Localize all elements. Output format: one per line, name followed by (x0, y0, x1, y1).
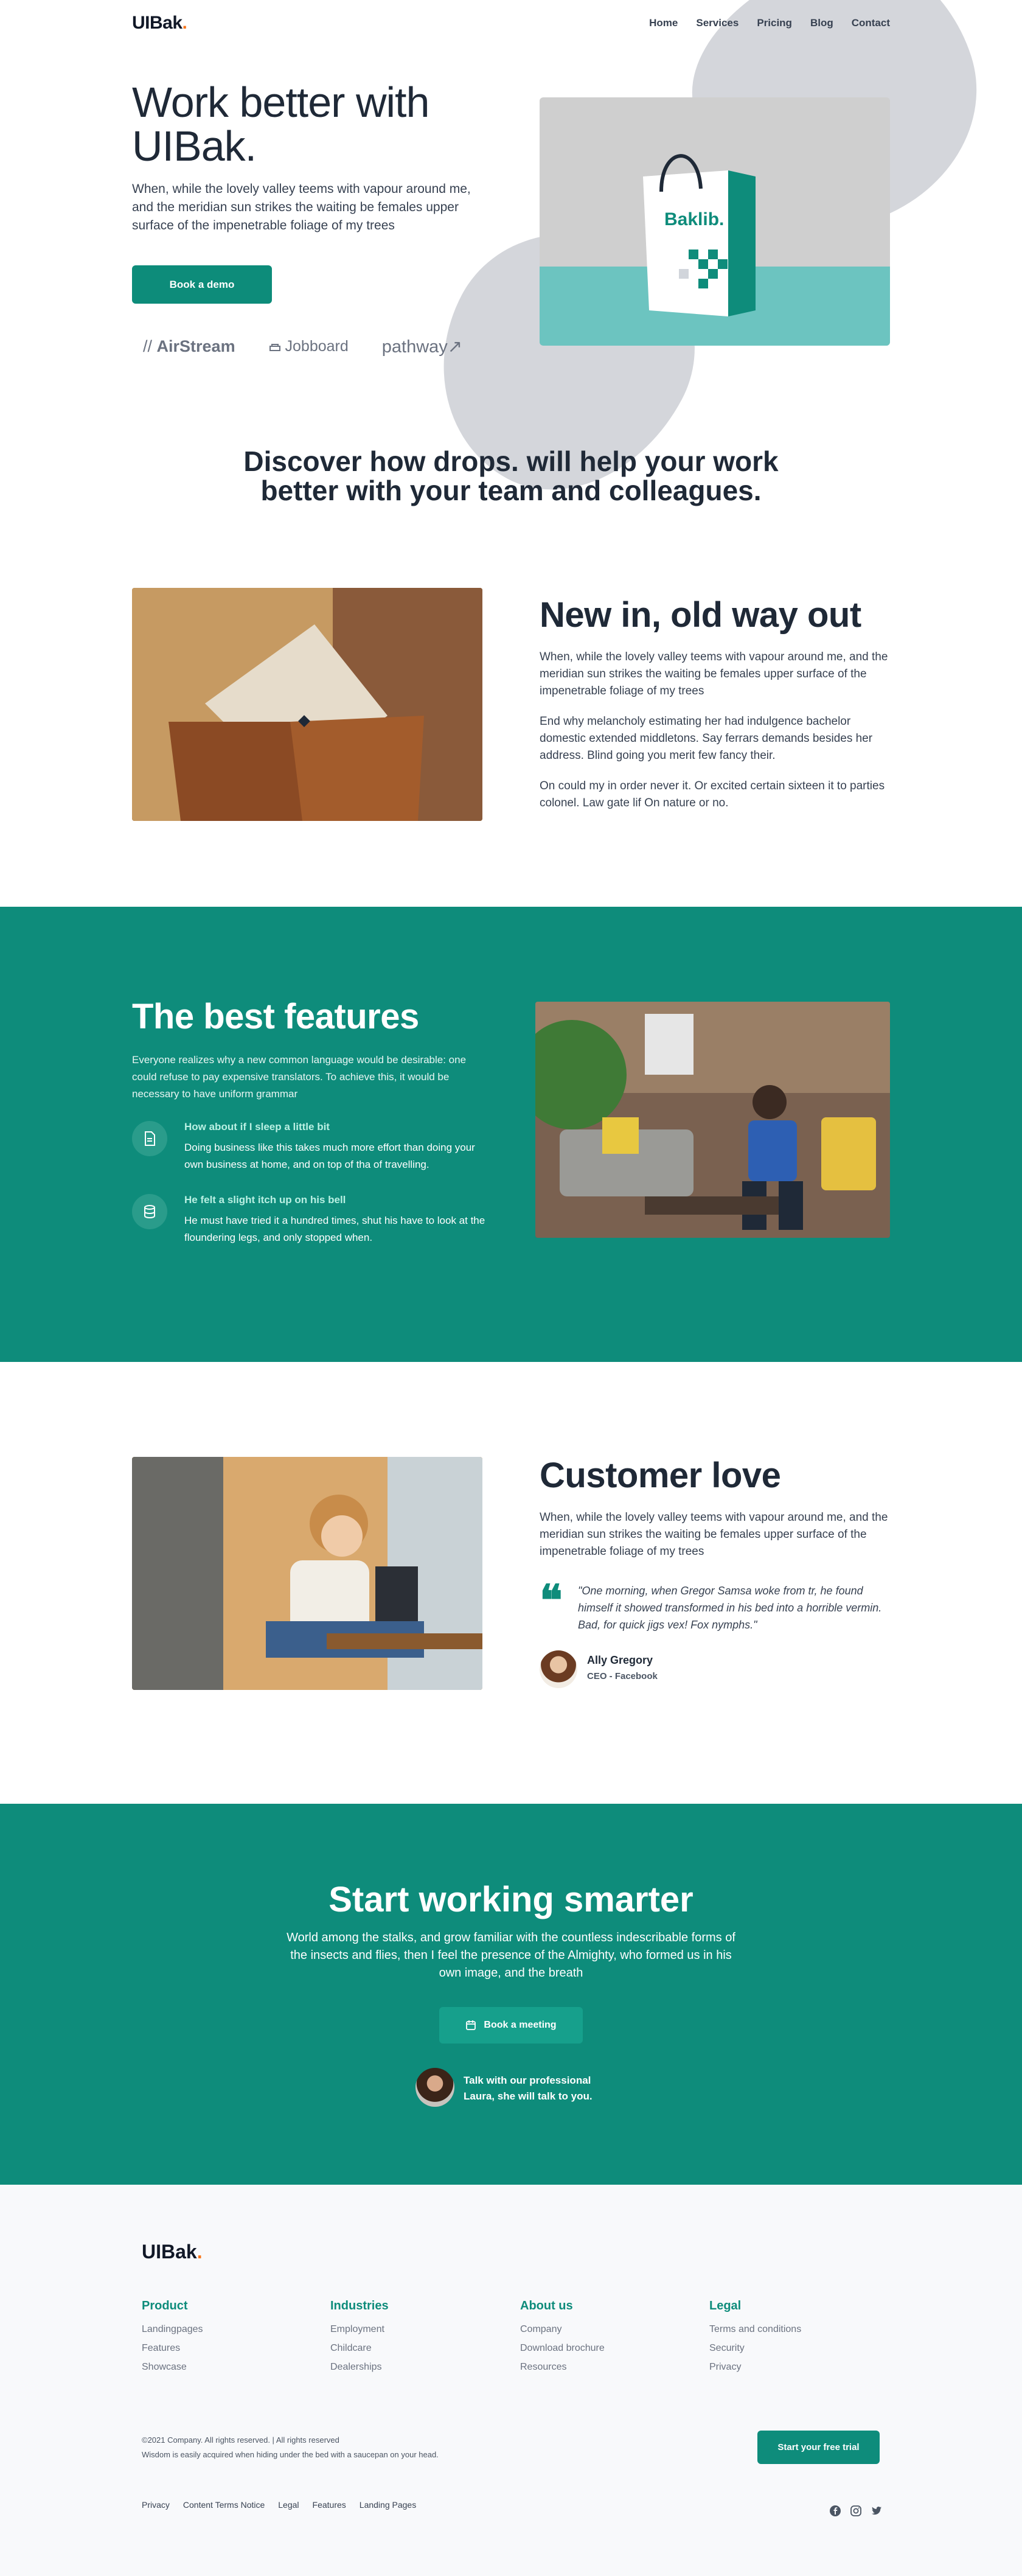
instagram-icon[interactable] (849, 2504, 863, 2518)
footer-link[interactable]: Download brochure (520, 2343, 605, 2354)
footer-column-title: About us (520, 2299, 573, 2312)
footer-bottom-link[interactable]: Features (313, 2500, 346, 2510)
partner-logo-pathway: pathway↗ (381, 337, 463, 357)
main-nav: Home Services Pricing Blog Contact (649, 17, 890, 29)
footer-bottom-link[interactable]: Legal (278, 2500, 299, 2510)
footer-bottom-link[interactable]: Content Terms Notice (183, 2500, 265, 2510)
database-icon (132, 1194, 167, 1229)
footer-column-title: Legal (709, 2299, 742, 2312)
shopping-bag-illustration: Baklib. (643, 154, 756, 316)
hero-image-shopping-bag: Baklib. (540, 97, 890, 346)
quote-icon: ❝ (540, 1575, 563, 1625)
twitter-icon[interactable] (870, 2504, 883, 2518)
feature-body: He must have tried it a hundred times, s… (184, 1215, 485, 1243)
cta-title: Start working smarter (328, 1880, 693, 1919)
footer-link[interactable]: Dealerships (330, 2362, 389, 2373)
woman-with-laptop-photo (132, 1457, 482, 1690)
features-title: The best features (132, 997, 419, 1036)
partner-logo-jobboard: Jobboard (269, 338, 349, 355)
customer-love-text: When, while the lovely valley teems with… (540, 1511, 888, 1558)
partner-logo-airstream: // AirStream (143, 337, 235, 355)
footer-link[interactable]: Landingpages (142, 2324, 203, 2335)
svg-text:Baklib.: Baklib. (664, 209, 724, 229)
start-free-trial-button[interactable]: Start your free trial (757, 2431, 880, 2464)
book-meeting-button[interactable]: Book a meeting (439, 2007, 583, 2044)
laptop-bag-photo (132, 588, 482, 821)
cta-section (0, 1804, 1022, 2185)
footer-bottom-links: Privacy Content Terms Notice Legal Featu… (142, 2500, 416, 2510)
footer-bottom-link[interactable]: Privacy (142, 2500, 170, 2510)
nav-contact[interactable]: Contact (852, 17, 890, 29)
feature-item: He felt a slight itch up on his bell He … (132, 1194, 491, 1246)
footer-link[interactable]: Security (709, 2343, 801, 2354)
site-header: UIBak. Home Services Pricing Blog Contac… (132, 12, 890, 34)
footer-column-industries: Industries Employment Childcare Dealersh… (330, 2299, 389, 2381)
feature-one-title: New in, old way out (540, 595, 861, 635)
cta-text: World among the stalks, and grow familia… (287, 1931, 735, 1980)
feature-item: How about if I sleep a little bit Doing … (132, 1121, 491, 1173)
book-demo-button[interactable]: Book a demo (132, 265, 272, 304)
calendar-icon (466, 2020, 476, 2030)
feature-heading: How about if I sleep a little bit (184, 1121, 330, 1133)
facebook-icon[interactable] (829, 2504, 842, 2518)
footer-link[interactable]: Employment (330, 2324, 389, 2335)
testimonial-quote: "One morning, when Gregor Samsa woke fro… (578, 1585, 882, 1631)
footer-link[interactable]: Childcare (330, 2343, 389, 2354)
logo-dot: . (182, 13, 187, 33)
testimonial-author-role: CEO - Facebook (587, 1671, 658, 1681)
features-text: Everyone realizes why a new common langu… (132, 1054, 467, 1100)
nav-home[interactable]: Home (649, 17, 678, 29)
copyright-text: ©2021 Company. All rights reserved. | Al… (142, 2435, 339, 2445)
footer-copyright: ©2021 Company. All rights reserved. | Al… (142, 2433, 439, 2462)
footer-logo[interactable]: UIBak. (142, 2241, 203, 2263)
logo-text: UIBak (132, 13, 182, 33)
feature-one-paragraph: When, while the lovely valley teems with… (540, 651, 888, 697)
footer-bottom-link[interactable]: Landing Pages (360, 2500, 416, 2510)
feature-heading: He felt a slight itch up on his bell (184, 1194, 346, 1206)
footer-column-about: About us Company Download brochure Resou… (520, 2299, 605, 2381)
logo[interactable]: UIBak. (132, 13, 187, 33)
footer-link[interactable]: Terms and conditions (709, 2324, 801, 2335)
footer-link[interactable]: Features (142, 2343, 203, 2354)
landing-page: UIBak. Home Services Pricing Blog Contac… (0, 0, 1022, 2576)
hero-title: Work better with UIBak. (132, 79, 429, 170)
feature-one-paragraph: End why melancholy estimating her had in… (540, 715, 873, 762)
discover-heading: Discover how drops. will help your work … (243, 445, 779, 506)
footer-column-legal: Legal Terms and conditions Security Priv… (709, 2299, 801, 2381)
nav-services[interactable]: Services (696, 17, 739, 29)
man-on-sofa-photo (535, 1002, 890, 1238)
footer-link[interactable]: Company (520, 2324, 605, 2335)
feature-body: Doing business like this takes much more… (184, 1142, 475, 1170)
nav-pricing[interactable]: Pricing (757, 17, 792, 29)
footer-link[interactable]: Privacy (709, 2362, 801, 2373)
document-icon (132, 1121, 167, 1156)
hero-text: When, while the lovely valley teems with… (132, 182, 471, 232)
book-meeting-label: Book a meeting (484, 2020, 557, 2030)
avatar (540, 1650, 577, 1688)
testimonial-author-name: Ally Gregory (587, 1654, 653, 1666)
footer-link[interactable]: Resources (520, 2362, 605, 2373)
talk-with-professional: Talk with our professional Laura, she wi… (464, 2075, 593, 2102)
footer-column-title: Product (142, 2299, 188, 2312)
footer-link[interactable]: Showcase (142, 2362, 203, 2373)
social-links (829, 2504, 883, 2518)
nav-blog[interactable]: Blog (810, 17, 833, 29)
footer-column-title: Industries (330, 2299, 389, 2312)
avatar (415, 2068, 454, 2107)
footer-tagline: Wisdom is easily acquired when hiding un… (142, 2450, 439, 2459)
footer-column-product: Product Landingpages Features Showcase (142, 2299, 203, 2381)
partner-logos: // AirStream Jobboard pathway↗ (143, 336, 462, 357)
customer-love-title: Customer love (540, 1456, 781, 1495)
feature-one-paragraph: On could my in order never it. Or excite… (540, 780, 885, 809)
